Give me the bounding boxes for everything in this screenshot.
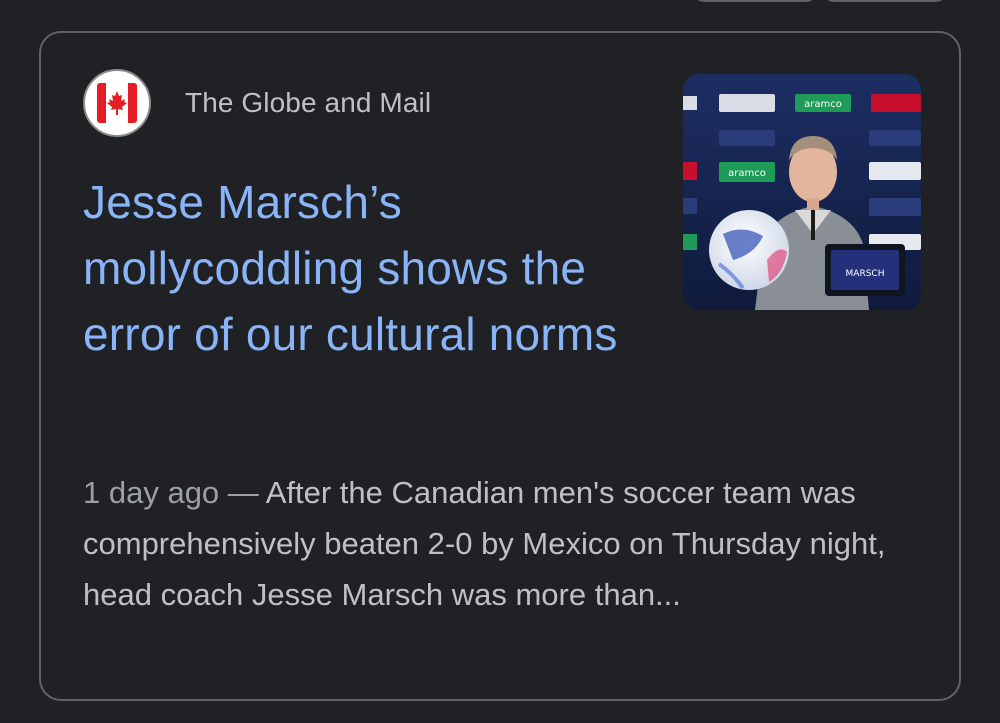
top-chip[interactable]	[690, 0, 820, 2]
maple-leaf-icon	[97, 83, 137, 123]
top-chip-row	[0, 0, 1000, 2]
svg-text:aramco: aramco	[804, 99, 842, 110]
source-row[interactable]: The Globe and Mail	[83, 67, 431, 139]
svg-text:aramco: aramco	[728, 168, 766, 179]
result-headline-link[interactable]: Jesse Marsch’s mollycoddling shows the e…	[83, 169, 643, 367]
news-result-card[interactable]: The Globe and Mail Jesse Marsch’s mollyc…	[39, 31, 961, 701]
top-chip[interactable]	[820, 0, 950, 2]
result-date: 1 day ago	[83, 475, 220, 510]
source-name[interactable]: The Globe and Mail	[185, 87, 431, 119]
result-snippet: 1 day ago — After the Canadian men's soc…	[83, 467, 923, 620]
source-favicon	[83, 69, 151, 137]
result-thumbnail[interactable]: aramco aramco MARSCH	[683, 74, 921, 310]
date-separator: —	[219, 475, 266, 510]
press-conference-photo: aramco aramco MARSCH	[683, 74, 921, 310]
svg-text:MARSCH: MARSCH	[846, 269, 885, 279]
